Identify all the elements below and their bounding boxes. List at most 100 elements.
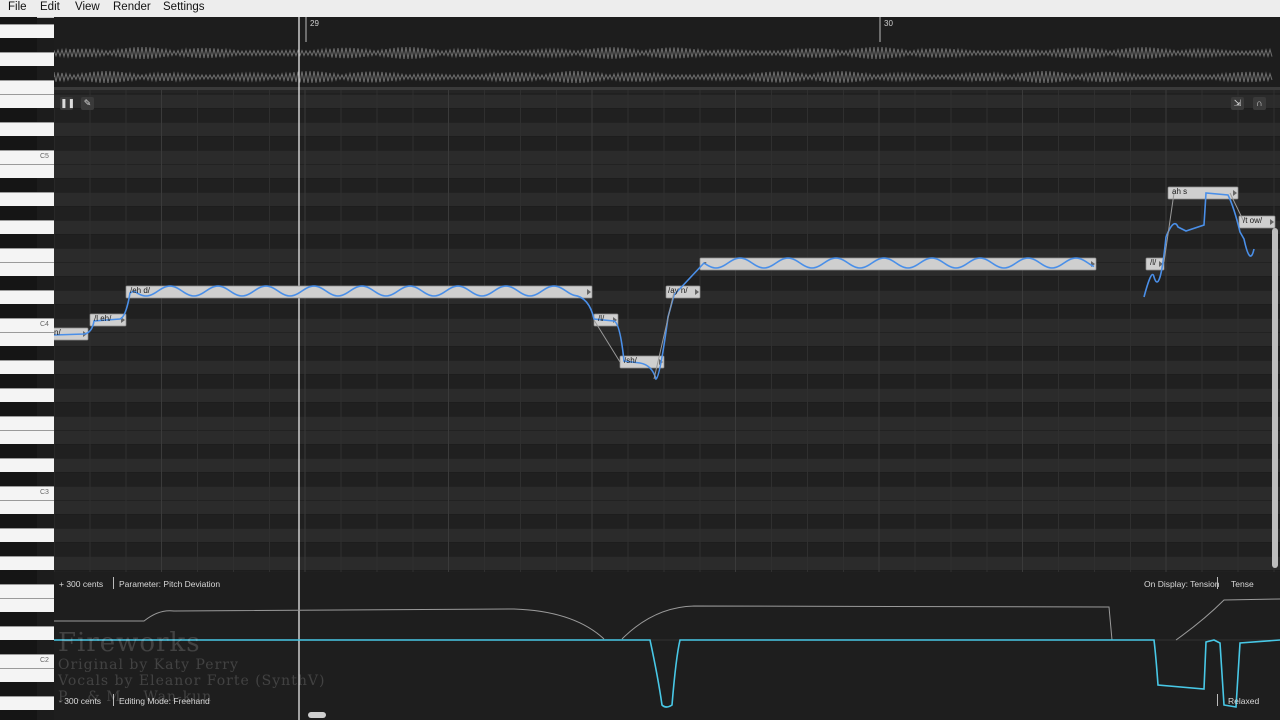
octave-label: C3: [40, 489, 49, 496]
piano-black-key[interactable]: [0, 640, 37, 654]
octave-label: C5: [40, 153, 49, 160]
piano-keyboard[interactable]: C2 C3 C4 C5: [0, 17, 54, 720]
piano-black-key[interactable]: [0, 444, 37, 458]
piano-white-key[interactable]: [0, 332, 54, 346]
grid-row: [54, 122, 1280, 136]
note-lyric[interactable]: /l/: [598, 314, 604, 323]
piano-white-key[interactable]: [0, 388, 54, 402]
menu-render[interactable]: Render: [113, 1, 151, 13]
relaxed-label: Relaxed: [1228, 696, 1260, 706]
piano-black-key[interactable]: [0, 346, 37, 360]
piano-black-key[interactable]: [0, 612, 37, 626]
octave-label: C4: [40, 321, 49, 328]
grid-row: [54, 94, 1280, 108]
grid-row: [54, 444, 1280, 458]
on-display-label[interactable]: On Display: Tension: [1144, 579, 1219, 589]
piano-white-key[interactable]: [0, 52, 54, 66]
grid-row: [54, 192, 1280, 206]
grid-row: [54, 430, 1280, 444]
piano-black-key[interactable]: [0, 136, 37, 150]
piano-white-key[interactable]: [0, 598, 54, 612]
piano-white-key[interactable]: [0, 696, 54, 710]
piano-white-key[interactable]: [0, 626, 54, 640]
piano-black-key[interactable]: [0, 472, 37, 486]
piano-white-key[interactable]: [0, 164, 54, 178]
piano-black-key[interactable]: [0, 514, 37, 528]
note-lyric[interactable]: /t ow/: [1243, 216, 1262, 225]
piano-white-key[interactable]: [0, 290, 54, 304]
piano-black-key[interactable]: [0, 710, 37, 720]
measure-30-marker: 30: [884, 19, 893, 28]
track-divider: [54, 87, 1280, 90]
piano-black-key[interactable]: [0, 276, 37, 290]
note-lyric[interactable]: ah s: [1172, 187, 1187, 196]
piano-roll-editor[interactable]: 29 30 ❚❚ ✎ ⇲ ∩ n/ /l eh/ /eh d/ /l/ /sh/…: [54, 17, 1280, 720]
grid-row: [54, 486, 1280, 500]
menu-view[interactable]: View: [75, 1, 100, 13]
piano-white-key[interactable]: [0, 556, 54, 570]
horizontal-scrollbar[interactable]: [308, 712, 326, 718]
menu-settings[interactable]: Settings: [163, 1, 205, 13]
piano-black-key[interactable]: [0, 206, 37, 220]
piano-white-key[interactable]: [0, 248, 54, 262]
note-lyric[interactable]: /eh d/: [130, 286, 150, 295]
parameter-label[interactable]: Parameter: Pitch Deviation: [119, 579, 220, 589]
arch-icon[interactable]: ∩: [1253, 97, 1266, 110]
piano-black-key[interactable]: [0, 304, 37, 318]
note-lyric[interactable]: /l eh/: [94, 314, 111, 323]
piano-black-key[interactable]: [0, 178, 37, 192]
vertical-scrollbar[interactable]: [1272, 228, 1278, 568]
piano-white-key[interactable]: [0, 416, 54, 430]
pause-icon[interactable]: ❚❚: [60, 97, 75, 110]
param-bottom-range: - 300 cents: [59, 696, 102, 706]
grid-row: [54, 514, 1280, 528]
grid-row: [54, 234, 1280, 248]
editing-mode-label[interactable]: Editing Mode: Freehand: [119, 696, 210, 706]
piano-white-key[interactable]: [0, 458, 54, 472]
grid-row: [54, 178, 1280, 192]
note-lyric[interactable]: /sh/: [624, 356, 637, 365]
piano-white-key[interactable]: [0, 584, 54, 598]
menu-file[interactable]: File: [8, 1, 27, 13]
piano-black-key[interactable]: [0, 542, 37, 556]
grid-row: [54, 374, 1280, 388]
note-lyric[interactable]: n/: [54, 328, 61, 337]
grid-row: [54, 542, 1280, 556]
piano-white-key[interactable]: [0, 94, 54, 108]
grid-row: [54, 332, 1280, 346]
piano-white-key[interactable]: [0, 500, 54, 514]
piano-black-key[interactable]: [0, 570, 37, 584]
piano-black-key[interactable]: [0, 17, 37, 24]
menu-edit[interactable]: Edit: [40, 1, 60, 13]
piano-white-key[interactable]: [0, 528, 54, 542]
collapse-icon[interactable]: ⇲: [1231, 97, 1244, 110]
note-lyric[interactable]: /ay n/: [668, 286, 688, 295]
grid-row: [54, 164, 1280, 178]
piano-black-key[interactable]: [0, 402, 37, 416]
note-lyric[interactable]: /l/: [1150, 258, 1156, 267]
separator: [1217, 694, 1218, 706]
piano-black-key[interactable]: [0, 682, 37, 696]
piano-white-key[interactable]: [0, 192, 54, 206]
grid-row: [54, 402, 1280, 416]
piano-black-key[interactable]: [0, 108, 37, 122]
separator: [113, 694, 114, 706]
piano-white-key[interactable]: [0, 24, 54, 38]
grid-row: [54, 304, 1280, 318]
piano-white-key[interactable]: [0, 430, 54, 444]
piano-black-key[interactable]: [0, 38, 37, 52]
piano-black-key[interactable]: [0, 66, 37, 80]
grid-row: [54, 528, 1280, 542]
piano-white-key[interactable]: [0, 220, 54, 234]
pencil-icon[interactable]: ✎: [81, 97, 94, 110]
piano-white-key[interactable]: [0, 262, 54, 276]
grid-row: [54, 346, 1280, 360]
octave-label: C2: [40, 657, 49, 664]
piano-white-key[interactable]: [0, 122, 54, 136]
piano-white-key[interactable]: [0, 360, 54, 374]
note-lyric[interactable]: -: [704, 258, 707, 267]
piano-black-key[interactable]: [0, 234, 37, 248]
piano-black-key[interactable]: [0, 374, 37, 388]
piano-white-key[interactable]: [0, 80, 54, 94]
piano-white-key[interactable]: [0, 668, 54, 682]
